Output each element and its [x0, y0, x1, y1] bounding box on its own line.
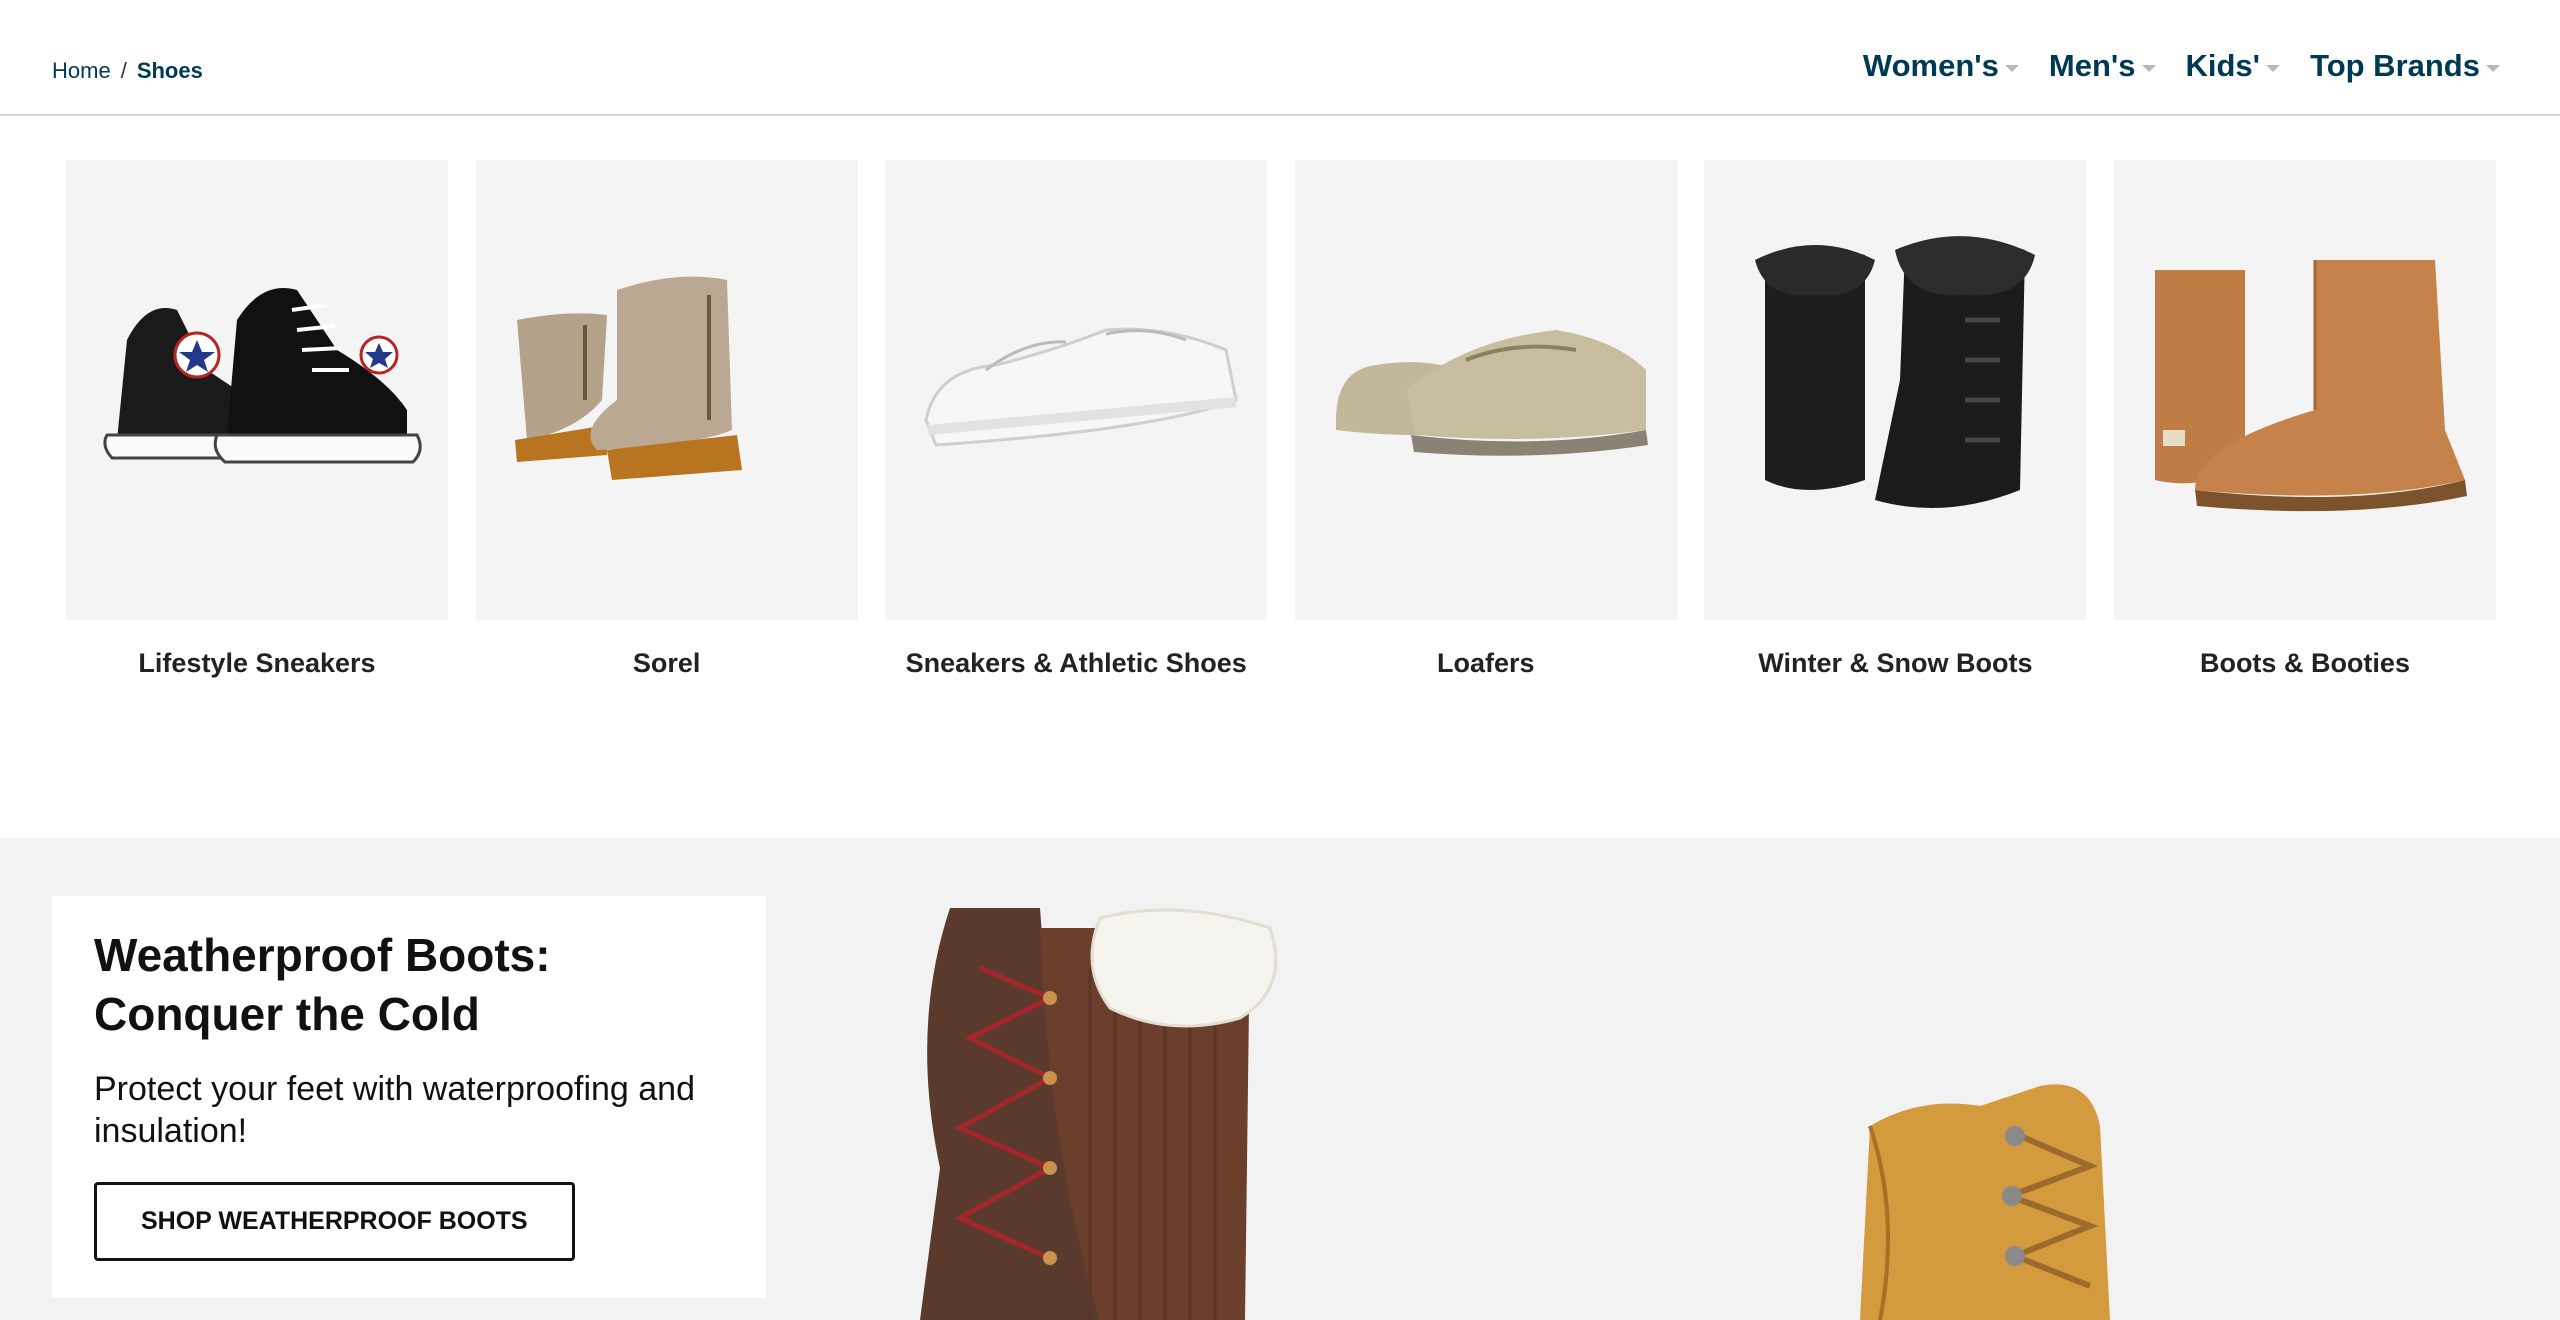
nav-top-brands[interactable]: Top Brands [2310, 48, 2500, 84]
snow-boot-image[interactable] [1704, 160, 2087, 620]
nav-womens[interactable]: Women's [1863, 48, 2019, 84]
category-tile-lifestyle-sneakers[interactable]: Lifestyle Sneakers [66, 160, 448, 679]
loafer-image[interactable] [1294, 160, 1677, 620]
breadcrumb-current: Shoes [136, 58, 203, 83]
breadcrumb-separator: / [120, 58, 127, 83]
wedge-bootie-image[interactable] [475, 160, 858, 620]
shop-weatherproof-boots-button[interactable]: SHOP WEATHERPROOF BOOTS [94, 1182, 575, 1261]
chevron-down-icon [2141, 64, 2156, 72]
category-tile-boots-booties[interactable]: Boots & Booties [2113, 160, 2496, 679]
breadcrumb: Home / Shoes [52, 58, 203, 84]
category-tile-sorel[interactable]: Sorel [475, 160, 858, 679]
nav-mens[interactable]: Men's [2049, 48, 2156, 84]
chevron-down-icon [2004, 64, 2019, 72]
slip-on-sneaker-image[interactable] [885, 160, 1268, 620]
category-tile-loafers[interactable]: Loafers [1294, 160, 1677, 679]
category-label: Lifestyle Sneakers [138, 648, 376, 678]
main-nav: Women's Men's Kids' Top Brands [1863, 48, 2500, 84]
nav-kids[interactable]: Kids' [2186, 48, 2281, 84]
promo-card: Weatherproof Boots: Conquer the Cold Pro… [52, 896, 766, 1298]
category-label: Winter & Snow Boots [1758, 648, 2033, 678]
nav-womens-label: Women's [1862, 48, 1999, 83]
promo-banner: Weatherproof Boots: Conquer the Cold Pro… [0, 838, 2560, 1320]
breadcrumb-home-link[interactable]: Home [52, 58, 111, 84]
category-tile-winter-snow-boots[interactable]: Winter & Snow Boots [1704, 160, 2087, 679]
chevron-down-icon [2266, 64, 2281, 72]
category-label: Sneakers & Athletic Shoes [905, 648, 1247, 678]
nav-top-brands-label: Top Brands [2310, 48, 2480, 83]
high-top-sneaker-image[interactable] [66, 160, 448, 620]
nav-mens-label: Men's [2048, 48, 2136, 83]
category-label: Boots & Booties [2199, 648, 2410, 678]
brown-corduroy-boot-image [920, 908, 1278, 1320]
category-label: Sorel [632, 648, 701, 678]
nav-kids-label: Kids' [2185, 48, 2261, 83]
promo-text: Protect your feet with waterproofing and… [94, 1070, 695, 1150]
tan-work-boot-image [1860, 1084, 2110, 1320]
shearling-boot-image[interactable] [2113, 160, 2496, 620]
chevron-down-icon [2486, 64, 2500, 72]
category-tile-sneakers-athletic[interactable]: Sneakers & Athletic Shoes [885, 160, 1268, 679]
category-tiles: Lifestyle Sneakers Sorel Sneakers & Athl… [66, 160, 2496, 679]
promo-title: Weatherproof Boots: Conquer the Cold [94, 929, 551, 1040]
category-label: Loafers [1437, 648, 1535, 678]
top-bar: Home / Shoes Women's Men's Kids' Top Bra… [0, 0, 2560, 116]
